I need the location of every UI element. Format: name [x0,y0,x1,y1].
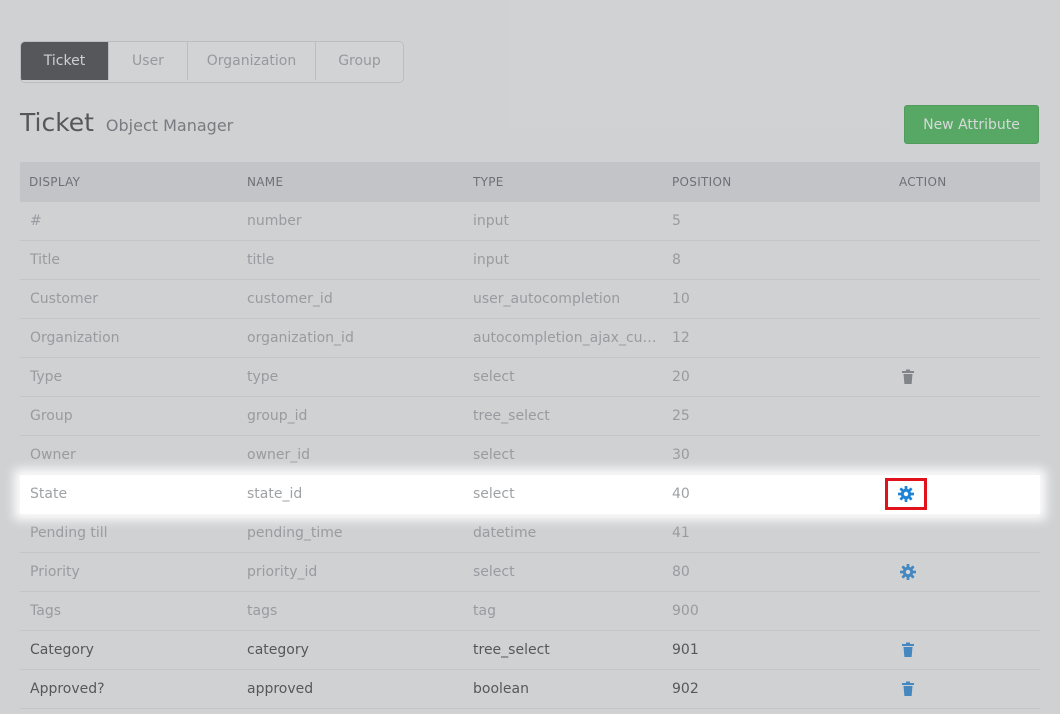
cell-name: group_id [247,408,308,424]
cell-position: 902 [672,681,699,697]
table-row[interactable]: Type type select 20 [20,358,1040,397]
table-row[interactable]: Pending till pending_time datetime 41 [20,514,1040,553]
table-row[interactable]: Organization organization_id autocompletio… [20,319,1040,358]
table-body: # number input 5 Title title input 8 Customer cus… [20,202,1040,709]
column-header-display: DISPLAY [29,175,81,189]
attributes-table: DISPLAY NAME TYPE POSITION ACTION # numbe… [20,162,1040,709]
cell-display: Pending till [30,525,108,541]
gear-icon[interactable] [900,564,916,580]
object-manager-page: Ticket User Organization Group Ticket Ob… [0,0,1060,714]
trash-icon[interactable] [900,681,916,697]
cell-name: title [247,252,275,268]
cell-type: input [473,252,510,268]
cell-action [899,681,1040,697]
cell-name: owner_id [247,447,311,463]
table-row[interactable]: Title title input 8 [20,241,1040,280]
cell-type: datetime [473,525,537,541]
cell-display: Tags [30,603,61,619]
page-subtitle: Object Manager [105,116,234,135]
cell-type: select [473,447,515,463]
cell-display: Title [30,252,61,268]
tab-ticket[interactable]: Ticket [21,42,108,80]
cell-display: Priority [30,564,80,580]
cell-type: tree_select [473,408,550,424]
cell-action [899,564,1040,580]
gear-icon[interactable] [898,486,914,502]
trash-icon[interactable] [900,642,916,658]
table-header: DISPLAY NAME TYPE POSITION ACTION [20,162,1040,202]
cell-name: category [247,642,309,658]
cell-name: priority_id [247,564,318,580]
cell-display: Approved? [30,681,105,697]
cell-name: number [247,213,302,229]
cell-action [899,642,1040,658]
cell-name: state_id [247,486,303,502]
cell-display: Owner [30,447,76,463]
cell-display: State [30,486,68,502]
table-row[interactable]: Priority priority_id select 80 [20,553,1040,592]
cell-name: customer_id [247,291,333,307]
cell-position: 80 [672,564,690,580]
cell-display: Group [30,408,73,424]
object-tabs: Ticket User Organization Group [20,41,404,83]
cell-type: tag [473,603,496,619]
page-title-main: Ticket [20,108,94,137]
highlight-box[interactable] [885,478,927,510]
table-row[interactable]: # number input 5 [20,202,1040,241]
cell-position: 20 [672,369,690,385]
table-row[interactable]: Group group_id tree_select 25 [20,397,1040,436]
cell-position: 25 [672,408,690,424]
column-header-name: NAME [247,175,284,189]
tab-user[interactable]: User [108,42,187,80]
table-row[interactable]: State state_id select 40 [20,475,1040,514]
cell-type: input [473,213,510,229]
cell-position: 10 [672,291,690,307]
cell-name: approved [247,681,314,697]
cell-display: Organization [30,330,120,346]
cell-action [885,478,1040,510]
cell-name: type [247,369,279,385]
column-header-action: ACTION [899,175,947,189]
cell-display: Type [30,369,63,385]
cell-name: organization_id [247,330,354,346]
new-attribute-button[interactable]: New Attribute [904,105,1039,144]
cell-position: 901 [672,642,699,658]
cell-display: # [30,213,42,229]
cell-position: 40 [672,486,690,502]
cell-action [899,369,1040,385]
tab-group[interactable]: Group [315,42,403,80]
table-row[interactable]: Tags tags tag 900 [20,592,1040,631]
column-header-type: TYPE [473,175,504,189]
column-header-position: POSITION [672,175,732,189]
cell-position: 900 [672,603,699,619]
trash-icon[interactable] [900,369,916,385]
cell-type: boolean [473,681,529,697]
table-row[interactable]: Owner owner_id select 30 [20,436,1040,475]
cell-type: tree_select [473,642,550,658]
table-row[interactable]: Approved? approved boolean 902 [20,670,1040,709]
cell-position: 30 [672,447,690,463]
cell-position: 12 [672,330,690,346]
cell-name: tags [247,603,278,619]
cell-position: 5 [672,213,681,229]
cell-display: Category [30,642,94,658]
cell-position: 41 [672,525,690,541]
page-title: Ticket Object Manager [20,108,233,137]
table-row[interactable]: Customer customer_id user_autocompletion 10 [20,280,1040,319]
cell-display: Customer [30,291,99,307]
cell-type: user_autocompletion [473,291,621,307]
table-row[interactable]: Category category tree_select 901 [20,631,1040,670]
cell-position: 8 [672,252,681,268]
tab-organization[interactable]: Organization [187,42,315,80]
cell-name: pending_time [247,525,343,541]
cell-type: select [473,564,515,580]
cell-type: autocompletion_ajax_cust... [473,330,669,346]
cell-type: select [473,486,515,502]
cell-type: select [473,369,515,385]
